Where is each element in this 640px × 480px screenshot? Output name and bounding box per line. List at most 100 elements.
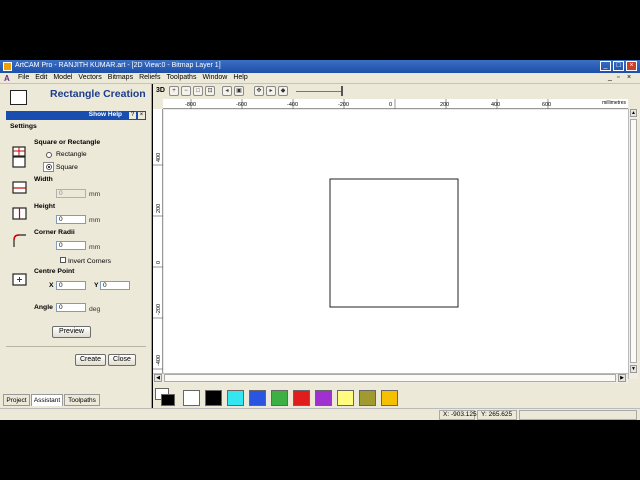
assistant-panel: Rectangle Creation Show Help ? × Setting…	[0, 84, 152, 408]
angle-unit: deg	[89, 306, 101, 313]
colour-swatch[interactable]	[271, 390, 288, 406]
ruler-tick-label: -800	[185, 102, 196, 108]
width-label: Width	[34, 176, 53, 183]
colour-swatch[interactable]	[183, 390, 200, 406]
colour-swatch[interactable]	[359, 390, 376, 406]
width-input[interactable]: 0	[56, 189, 86, 198]
invert-corners-checkbox[interactable]	[60, 257, 66, 263]
centre-x-input[interactable]: 0	[56, 281, 86, 290]
zoom-out-icon[interactable]: −	[181, 86, 191, 96]
height-icon	[12, 207, 27, 220]
rectangle-radio[interactable]	[46, 152, 52, 158]
contrast-slider-thumb[interactable]	[341, 86, 343, 96]
menu-edit[interactable]: Edit	[35, 74, 47, 81]
vertical-scrollbar[interactable]: ▲ ▼	[628, 109, 638, 379]
corner-radii-label: Corner Radii	[34, 229, 75, 236]
ruler-unit-label: millimetres	[602, 100, 626, 106]
horizontal-scroll-thumb[interactable]	[164, 374, 616, 382]
ruler-tick-label: 200	[156, 204, 162, 213]
status-info-cell	[519, 410, 637, 420]
zoom-previous-icon[interactable]: ◂	[222, 86, 232, 96]
width-icon	[12, 181, 27, 194]
ruler-tick-label: 0	[156, 261, 162, 264]
3d-view-button[interactable]: 3D	[156, 87, 165, 94]
colour-swatch[interactable]	[205, 390, 222, 406]
menu-bitmaps[interactable]: Bitmaps	[108, 74, 133, 81]
cursor-x-readout: X: -903.125	[439, 410, 477, 420]
document-menu-icon[interactable]: A	[4, 74, 13, 83]
centre-x-label: X	[49, 282, 54, 289]
ruler-tick-label: 200	[440, 102, 449, 108]
drawing-canvas[interactable]	[164, 110, 628, 378]
minimize-button[interactable]: _	[600, 61, 611, 71]
maximize-button[interactable]: □	[613, 61, 624, 71]
scroll-down-button[interactable]: ▼	[630, 365, 637, 373]
view-toolbar: 3D + − □ ⊡ ◂ ▣ ✥ ▸ ◆	[153, 84, 640, 98]
zoom-in-icon[interactable]: +	[169, 86, 179, 96]
contrast-slider-track[interactable]	[296, 91, 341, 92]
colour-swatch[interactable]	[227, 390, 244, 406]
colour-swatch[interactable]	[337, 390, 354, 406]
height-input[interactable]: 0	[56, 215, 86, 224]
tab-project[interactable]: Project	[3, 394, 30, 406]
menu-toolpaths[interactable]: Toolpaths	[166, 74, 196, 81]
tab-assistant[interactable]: Assistant	[31, 394, 63, 406]
ruler-x-ticks: -800 -600 -400 -200 0 200 400 600	[185, 99, 551, 109]
centre-y-input[interactable]: 0	[100, 281, 130, 290]
menu-vectors[interactable]: Vectors	[78, 74, 101, 81]
zoom-fit-icon[interactable]: ⊡	[205, 86, 215, 96]
colour-swatch[interactable]	[315, 390, 332, 406]
rectangle-tool-icon	[10, 90, 27, 105]
zoom-box-icon[interactable]: □	[193, 86, 203, 96]
pan-icon[interactable]: ✥	[254, 86, 264, 96]
horizontal-scrollbar[interactable]: ◀ ▶	[153, 373, 628, 383]
ruler-y-ticks: 400 200 0 -200 -400	[153, 153, 163, 370]
shape-label: Square or Rectangle	[34, 139, 101, 146]
create-button[interactable]: Create	[75, 354, 106, 366]
menu-help[interactable]: Help	[233, 74, 247, 81]
corner-radii-input[interactable]: 0	[56, 241, 86, 250]
toggle-vectors-icon[interactable]: ▸	[266, 86, 276, 96]
centre-y-label: Y	[94, 282, 99, 289]
menu-reliefs[interactable]: Reliefs	[139, 74, 160, 81]
colour-swatch[interactable]	[293, 390, 310, 406]
square-radio[interactable]	[46, 164, 52, 170]
panel-title: Rectangle Creation	[50, 88, 146, 100]
zoom-selected-icon[interactable]: ▣	[234, 86, 244, 96]
vertical-scroll-thumb[interactable]	[630, 119, 637, 363]
square-rectangle-icon	[12, 146, 26, 168]
mdi-restore-button[interactable]: ▫	[617, 74, 619, 81]
help-question-icon[interactable]: ?	[129, 112, 136, 119]
height-label: Height	[34, 203, 56, 210]
invert-corners-label: Invert Corners	[68, 258, 112, 265]
material-boundary[interactable]	[329, 178, 459, 308]
menu-window[interactable]: Window	[202, 74, 227, 81]
ruler-tick-label: 400	[491, 102, 500, 108]
preview-button[interactable]: Preview	[52, 326, 91, 338]
corner-radius-icon	[13, 234, 26, 247]
scroll-left-button[interactable]: ◀	[154, 374, 162, 382]
colour-swatch[interactable]	[381, 390, 398, 406]
status-bar: X: -903.125 Y: 265.625	[0, 408, 640, 420]
mdi-minimize-button[interactable]: _	[608, 74, 612, 81]
ruler-tick-label: -200	[338, 102, 349, 108]
corner-radii-unit: mm	[89, 244, 101, 251]
close-window-button[interactable]: ×	[626, 61, 637, 71]
show-help-link[interactable]: Show Help	[89, 111, 122, 118]
menu-model[interactable]: Model	[53, 74, 72, 81]
angle-input[interactable]: 0	[56, 303, 86, 312]
scroll-right-button[interactable]: ▶	[618, 374, 626, 382]
menu-file[interactable]: File	[18, 74, 29, 81]
ruler-tick-label: -400	[287, 102, 298, 108]
primary-colour-swatch[interactable]	[161, 394, 175, 406]
tab-toolpaths[interactable]: Toolpaths	[64, 394, 100, 406]
help-close-icon[interactable]: ×	[138, 112, 145, 119]
scroll-up-button[interactable]: ▲	[630, 109, 637, 117]
window-title: ArtCAM Pro - RANJITH KUMAR.art - [2D Vie…	[15, 62, 221, 69]
menu-bar: A File Edit Model Vectors Bitmaps Relief…	[0, 73, 640, 84]
colour-swatch[interactable]	[249, 390, 266, 406]
toggle-bitmap-icon[interactable]: ◆	[278, 86, 288, 96]
artcam-app-icon[interactable]	[3, 62, 12, 71]
close-button[interactable]: Close	[108, 354, 136, 366]
mdi-close-button[interactable]: ×	[627, 74, 631, 81]
